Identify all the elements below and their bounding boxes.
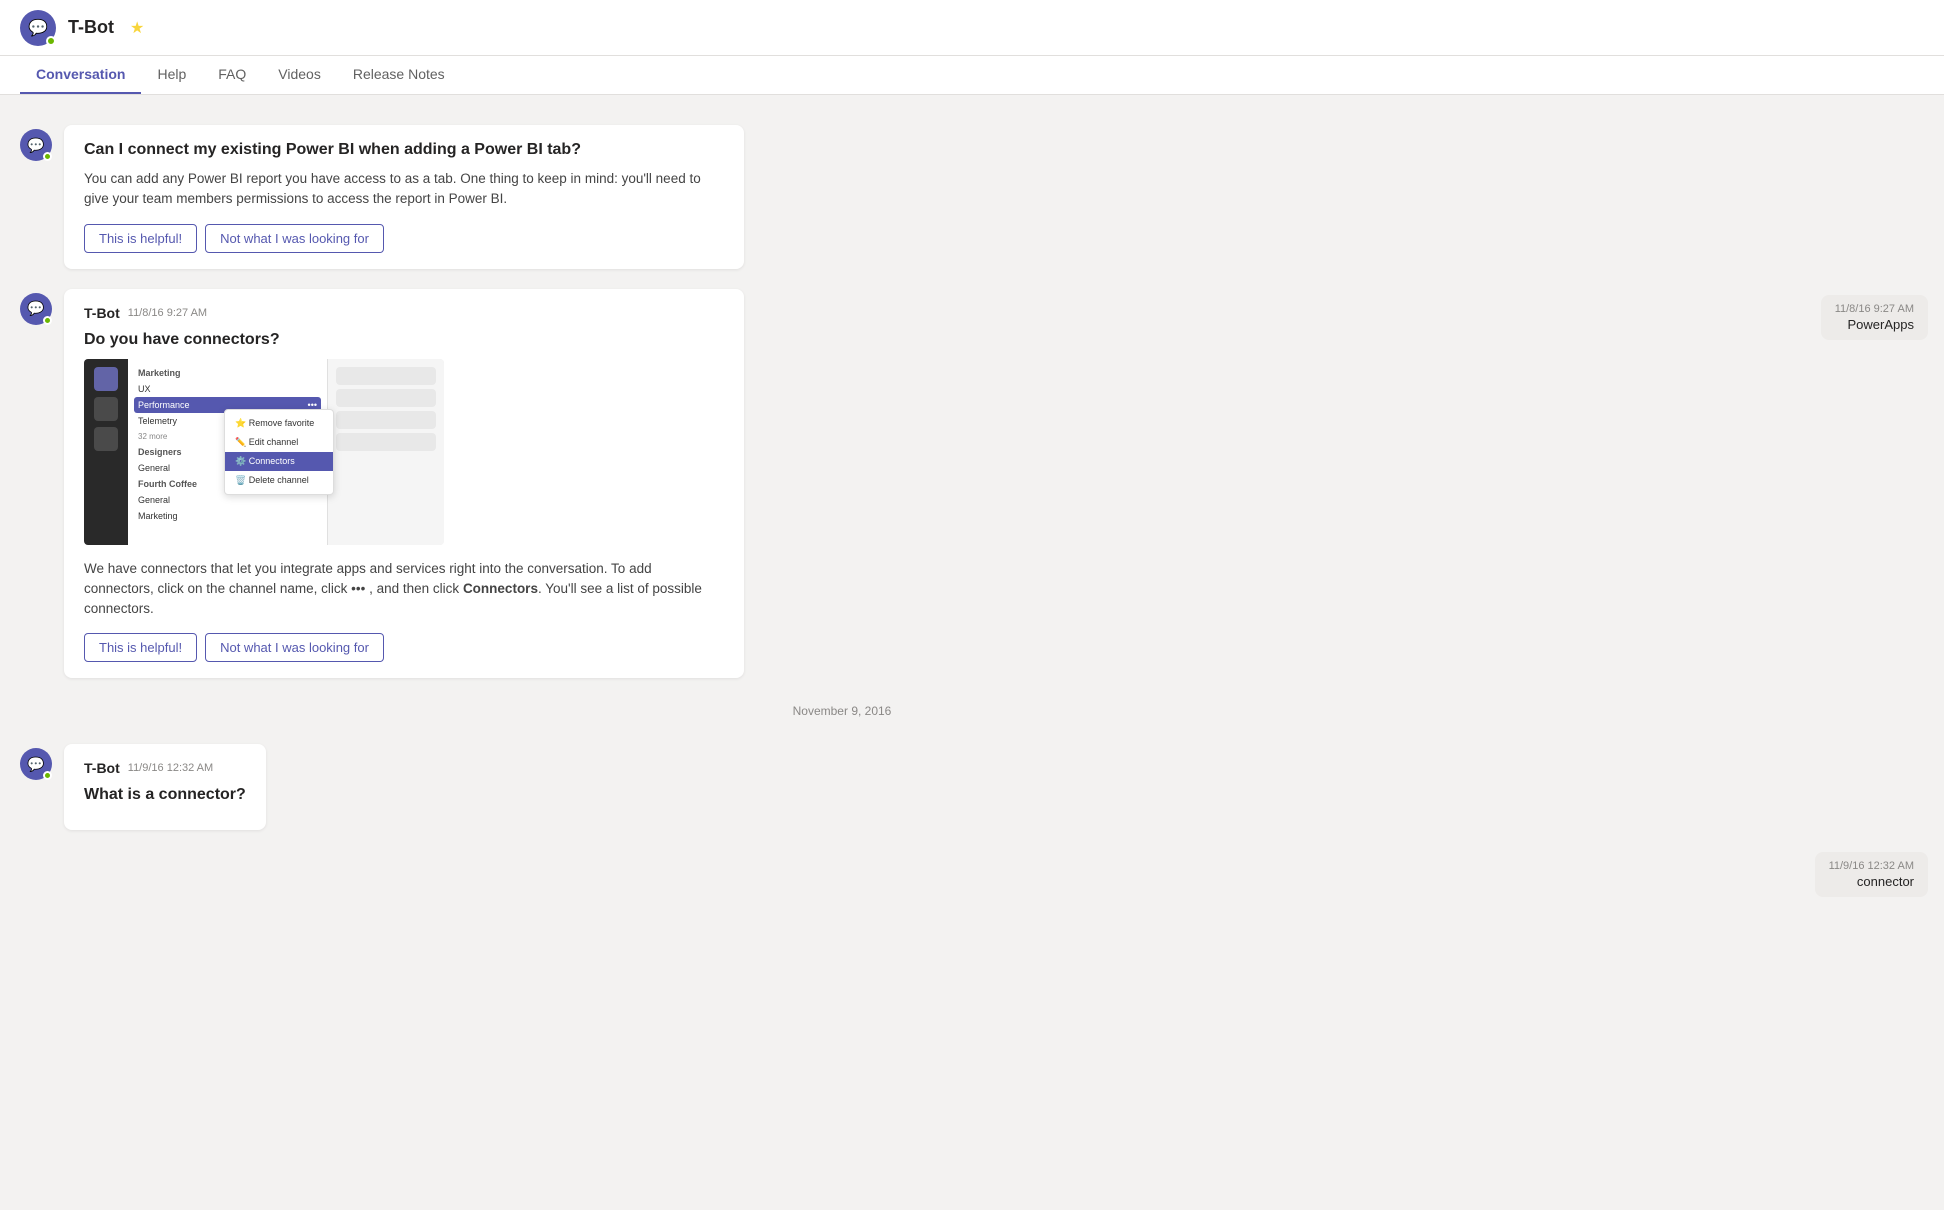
img-right-panel (328, 359, 444, 545)
message-card-powerbi: Can I connect my existing Power BI when … (64, 125, 744, 269)
message-card-connectors: T-Bot 11/8/16 9:27 AM Do you have connec… (64, 289, 744, 679)
online-indicator (46, 36, 56, 46)
img-dd-edit: ✏️ Edit channel (225, 433, 333, 452)
message-body-powerbi: You can add any Power BI report you have… (84, 169, 724, 210)
message-group-connectors: 💬 T-Bot 11/8/16 9:27 AM Do you have conn… (0, 279, 1684, 689)
online-dot-3 (43, 771, 52, 780)
sender-partial: T-Bot (84, 760, 120, 776)
img-icon-teams (94, 367, 118, 391)
bot-avatar-msg3: 💬 (20, 748, 52, 780)
img-dd-connectors: ⚙️ Connectors (225, 452, 333, 471)
message-title-powerbi: Can I connect my existing Power BI when … (84, 141, 724, 159)
header: 💬 T-Bot ★ (0, 0, 1944, 56)
img-icon-meetings (94, 397, 118, 421)
timestamp-partial: 11/9/16 12:32 AM (128, 762, 213, 774)
tab-faq[interactable]: FAQ (202, 56, 262, 94)
nav-tabs: Conversation Help FAQ Videos Release Not… (0, 56, 1944, 95)
helpful-btn-connectors[interactable]: This is helpful! (84, 633, 197, 662)
not-helpful-btn-powerbi[interactable]: Not what I was looking for (205, 224, 384, 253)
sidebar-time-1: 11/8/16 9:27 AM (1835, 303, 1914, 315)
sender-connectors: T-Bot (84, 305, 120, 321)
message-body-connectors: We have connectors that let you integrat… (84, 559, 724, 620)
img-dd-delete: 🗑️ Delete channel (225, 471, 333, 490)
tab-videos[interactable]: Videos (262, 56, 337, 94)
online-dot-2 (43, 316, 52, 325)
message-title-partial: What is a connector? (84, 786, 246, 804)
connectors-image: Marketing UX Performance ••• Telemetry 3… (84, 359, 444, 545)
img-sidebar (84, 359, 128, 545)
helpful-btn-powerbi[interactable]: This is helpful! (84, 224, 197, 253)
message-meta-partial: T-Bot 11/9/16 12:32 AM (84, 760, 246, 776)
bot-icon-3: 💬 (27, 756, 44, 773)
message-group-powerbi: 💬 Can I connect my existing Power BI whe… (0, 115, 1684, 279)
sidebar-msg-1: 11/8/16 9:27 AM PowerApps (1821, 295, 1928, 340)
img-channel-ux: UX (134, 381, 321, 397)
chat-area: 💬 Can I connect my existing Power BI whe… (0, 95, 1684, 1197)
feedback-buttons-powerbi: This is helpful! Not what I was looking … (84, 224, 724, 253)
not-helpful-btn-connectors[interactable]: Not what I was looking for (205, 633, 384, 662)
bot-icon-2: 💬 (27, 300, 44, 317)
sidebar-time-2: 11/9/16 12:32 AM (1829, 860, 1914, 872)
img-right-msg1 (336, 367, 436, 385)
message-title-connectors: Do you have connectors? (84, 331, 724, 349)
message-group-partial: 💬 T-Bot 11/9/16 12:32 AM What is a conne… (0, 734, 1684, 840)
img-channel-marketing: Marketing (134, 365, 321, 381)
img-right-msg3 (336, 411, 436, 429)
img-right-msg2 (336, 389, 436, 407)
right-sidebar: 11/8/16 9:27 AM PowerApps 11/9/16 12:32 … (1684, 95, 1944, 1197)
img-channel-panel: Marketing UX Performance ••• Telemetry 3… (128, 359, 328, 545)
online-dot-1 (43, 152, 52, 161)
main-layout: 💬 Can I connect my existing Power BI whe… (0, 95, 1944, 1197)
bot-avatar-msg2: 💬 (20, 293, 52, 325)
sidebar-text-1: PowerApps (1835, 317, 1914, 332)
img-dd-remove: ⭐ Remove favorite (225, 414, 333, 433)
date-separator: November 9, 2016 (0, 688, 1684, 734)
timestamp-connectors: 11/8/16 9:27 AM (128, 307, 207, 319)
bot-avatar-msg1: 💬 (20, 129, 52, 161)
bot-avatar: 💬 (20, 10, 56, 46)
tab-help[interactable]: Help (141, 56, 202, 94)
img-icon-files (94, 427, 118, 451)
sidebar-text-2: connector (1829, 874, 1914, 889)
feedback-buttons-connectors: This is helpful! Not what I was looking … (84, 633, 724, 662)
tab-release-notes[interactable]: Release Notes (337, 56, 461, 94)
tab-conversation[interactable]: Conversation (20, 56, 141, 94)
star-icon[interactable]: ★ (130, 18, 144, 38)
message-meta-connectors: T-Bot 11/8/16 9:27 AM (84, 305, 724, 321)
bot-name: T-Bot (68, 17, 114, 38)
bot-avatar-icon: 💬 (28, 18, 48, 38)
img-channel-marketing2: Marketing (134, 508, 321, 524)
img-dropdown: ⭐ Remove favorite ✏️ Edit channel ⚙️ Con… (224, 409, 334, 495)
message-card-partial: T-Bot 11/9/16 12:32 AM What is a connect… (64, 744, 266, 830)
bot-icon-1: 💬 (27, 137, 44, 154)
img-right-msg4 (336, 433, 436, 451)
sidebar-msg-2: 11/9/16 12:32 AM connector (1815, 852, 1928, 897)
